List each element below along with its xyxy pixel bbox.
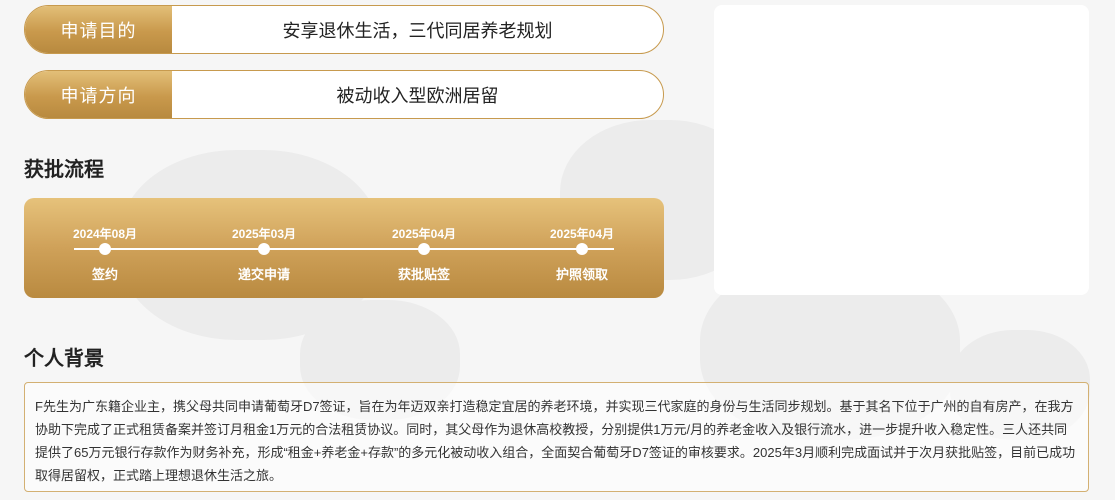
purpose-value: 安享退休生活，三代同居养老规划 [282,20,553,41]
step-dot [576,243,588,255]
purpose-label: 申请目的 [25,6,172,53]
background-text: F先生为广东籍企业主，携父母共同申请葡萄牙D7签证，旨在为年迈双亲打造稳定宜居的… [24,382,1089,492]
process-title: 获批流程 [24,157,104,181]
side-image-card [714,5,1089,295]
direction-row: 申请方向 被动收入型欧洲居留 [24,70,664,119]
approval-timeline: 2024年08月 签约 2025年03月 递交申请 2025年04月 获批贴签 … [24,198,664,298]
direction-label: 申请方向 [25,71,172,118]
step-dot [99,243,111,255]
step-name: 获批贴签 [397,267,450,282]
step-date: 2025年04月 [391,227,457,241]
background-title: 个人背景 [24,346,104,370]
step-date: 2024年08月 [72,227,138,241]
step-date: 2025年03月 [231,227,297,241]
timeline-track [74,248,614,250]
direction-value: 被动收入型欧洲居留 [336,85,499,106]
step-dot [418,243,430,255]
step-name: 签约 [91,267,118,282]
purpose-row: 申请目的 安享退休生活，三代同居养老规划 [24,5,664,54]
step-date: 2025年04月 [549,227,615,241]
step-name: 护照领取 [555,267,608,282]
step-name: 递交申请 [237,267,290,282]
step-dot [258,243,270,255]
